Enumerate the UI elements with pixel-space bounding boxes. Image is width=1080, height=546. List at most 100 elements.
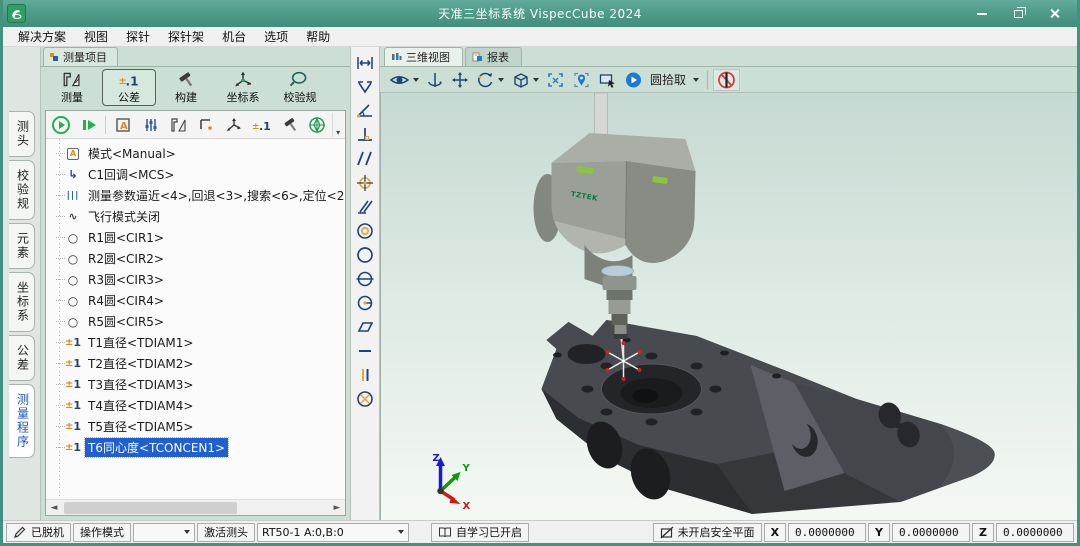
tree-item-label: R5圆<CIR5>: [85, 312, 167, 331]
tree-item[interactable]: C1回调<MCS>: [52, 164, 345, 185]
gdt-symmetry-icon[interactable]: [352, 363, 378, 387]
tree-item[interactable]: 测量参数逼近<4>,回退<3>,搜索<6>,定位<2>,定位加<2>,测: [52, 185, 345, 206]
tree-horizontal-scrollbar[interactable]: ◄ ►: [46, 499, 345, 515]
gdt-parallelism-icon[interactable]: [352, 147, 378, 171]
tree-item[interactable]: T3直径<TDIAM3>: [52, 374, 345, 395]
svg-text:.1: .1: [259, 120, 271, 133]
tab-3d-view[interactable]: 三维视图: [384, 47, 463, 66]
pan-button[interactable]: [448, 69, 472, 91]
step-run-button[interactable]: [76, 113, 102, 137]
corner-snap-button[interactable]: [194, 113, 220, 137]
rotate-view-button[interactable]: [473, 69, 507, 91]
probe-head[interactable]: TZTEK: [534, 93, 696, 359]
gdt-vee-angle-icon[interactable]: [352, 75, 378, 99]
menu-item[interactable]: 视图: [75, 27, 117, 47]
coordinate-button[interactable]: [221, 113, 247, 137]
gdt-perpendicularity-icon[interactable]: [352, 123, 378, 147]
cube-view-button[interactable]: [508, 69, 542, 91]
menu-item[interactable]: 解决方案: [9, 27, 75, 47]
construct-small-button[interactable]: [277, 113, 303, 137]
axis-y-label: Y: [462, 463, 471, 474]
menu-item[interactable]: 选项: [255, 27, 297, 47]
tree-item-label: R2圆<CIR2>: [85, 249, 167, 268]
view-eye-button[interactable]: [386, 69, 422, 91]
circle-pick-button[interactable]: 圆拾取: [647, 69, 702, 91]
restore-button[interactable]: [1005, 5, 1031, 23]
menu-item[interactable]: 探针架: [159, 27, 213, 47]
cmm-3d-scene[interactable]: TZTEK: [381, 93, 1077, 520]
tree-item[interactable]: 飞行模式关闭: [52, 206, 345, 227]
locate-pin-button[interactable]: [569, 69, 594, 91]
box-select-button[interactable]: [595, 69, 620, 91]
book-icon: [438, 526, 452, 539]
scroll-thumb[interactable]: [64, 502, 237, 514]
gdt-profile-icon[interactable]: [352, 387, 378, 411]
play-measure-button[interactable]: [621, 69, 646, 91]
no-plane-icon: [660, 526, 674, 539]
tree-item[interactable]: T1直径<TDIAM1>: [52, 332, 345, 353]
3d-view-icon: [391, 52, 402, 62]
gdt-diameter-icon[interactable]: [352, 267, 378, 291]
orbit-button[interactable]: [423, 69, 447, 91]
verify-compass-button[interactable]: [304, 113, 330, 137]
side-tab[interactable]: 公差: [9, 335, 35, 381]
run-program-button[interactable]: [48, 113, 74, 137]
tree-item-icon: [65, 378, 81, 392]
gdt-angle-icon[interactable]: [352, 99, 378, 123]
tree-item[interactable]: T6同心度<TCONCEN1>: [52, 437, 345, 458]
cube-icon: [511, 71, 530, 89]
measure-button[interactable]: 测量: [45, 69, 99, 106]
active-probe-dropdown[interactable]: RT50-1 A:0,B:0: [257, 523, 409, 542]
verify-gauge-button[interactable]: 校验规: [273, 69, 327, 106]
tree-item[interactable]: R1圆<CIR1>: [52, 227, 345, 248]
tolerance-button[interactable]: ± .1 公差: [102, 69, 156, 106]
tree-item[interactable]: R3圆<CIR3>: [52, 269, 345, 290]
side-tab[interactable]: 测量程序: [9, 384, 35, 458]
gdt-radius-icon[interactable]: [352, 291, 378, 315]
disable-collision-button[interactable]: [713, 69, 740, 91]
tree-item[interactable]: 模式<Manual>: [52, 143, 345, 164]
gdt-concentricity-icon[interactable]: [352, 219, 378, 243]
tolerance-small-button[interactable]: ±.1: [249, 113, 275, 137]
gdt-distance-icon[interactable]: [352, 51, 378, 75]
chevron-down-icon: [693, 78, 699, 82]
pan-icon: [451, 71, 469, 89]
gdt-angularity-icon[interactable]: [352, 195, 378, 219]
measure-params-button[interactable]: [138, 113, 164, 137]
menu-item[interactable]: 机台: [213, 27, 255, 47]
active-probe-label: 激活测头: [197, 523, 255, 542]
scroll-right-arrow[interactable]: ►: [329, 503, 345, 513]
tab-report[interactable]: 报表: [465, 47, 522, 66]
gdt-position-icon[interactable]: [352, 171, 378, 195]
menu-item[interactable]: 探针: [117, 27, 159, 47]
coordinate-system-button[interactable]: 坐标系: [216, 69, 270, 106]
tree-item[interactable]: R4圆<CIR4>: [52, 290, 345, 311]
tree-item[interactable]: R5圆<CIR5>: [52, 311, 345, 332]
fit-view-button[interactable]: [543, 69, 568, 91]
close-button[interactable]: [1041, 5, 1067, 23]
gdt-straightness-icon[interactable]: [352, 339, 378, 363]
tree-item-icon: [65, 315, 81, 329]
construct-button[interactable]: 构建: [159, 69, 213, 106]
tree-item[interactable]: T2直径<TDIAM2>: [52, 353, 345, 374]
workpiece[interactable]: [542, 320, 995, 514]
mode-button[interactable]: A: [110, 113, 136, 137]
tree-item[interactable]: T4直径<TDIAM4>: [52, 395, 345, 416]
side-tab[interactable]: 坐标系: [9, 272, 35, 332]
measure-small-button[interactable]: [166, 113, 192, 137]
viewport-3d[interactable]: TZTEK: [380, 93, 1077, 520]
toolbar-overflow-button[interactable]: ▾: [332, 113, 343, 137]
tab-measure-items[interactable]: 测量项目: [43, 47, 118, 66]
minimize-button[interactable]: [969, 5, 995, 23]
side-tab[interactable]: 校验规: [9, 160, 35, 220]
tree-item[interactable]: R2圆<CIR2>: [52, 248, 345, 269]
menu-item[interactable]: 帮助: [297, 27, 339, 47]
op-mode-dropdown[interactable]: [133, 523, 195, 542]
coord-y-value: 0.0000000: [892, 523, 970, 542]
gdt-circularity-icon[interactable]: [352, 243, 378, 267]
scroll-left-arrow[interactable]: ◄: [46, 503, 62, 513]
side-tab[interactable]: 测头: [9, 111, 35, 157]
gdt-flatness-icon[interactable]: [352, 315, 378, 339]
tree-item[interactable]: T5直径<TDIAM5>: [52, 416, 345, 437]
side-tab[interactable]: 元素: [9, 223, 35, 269]
